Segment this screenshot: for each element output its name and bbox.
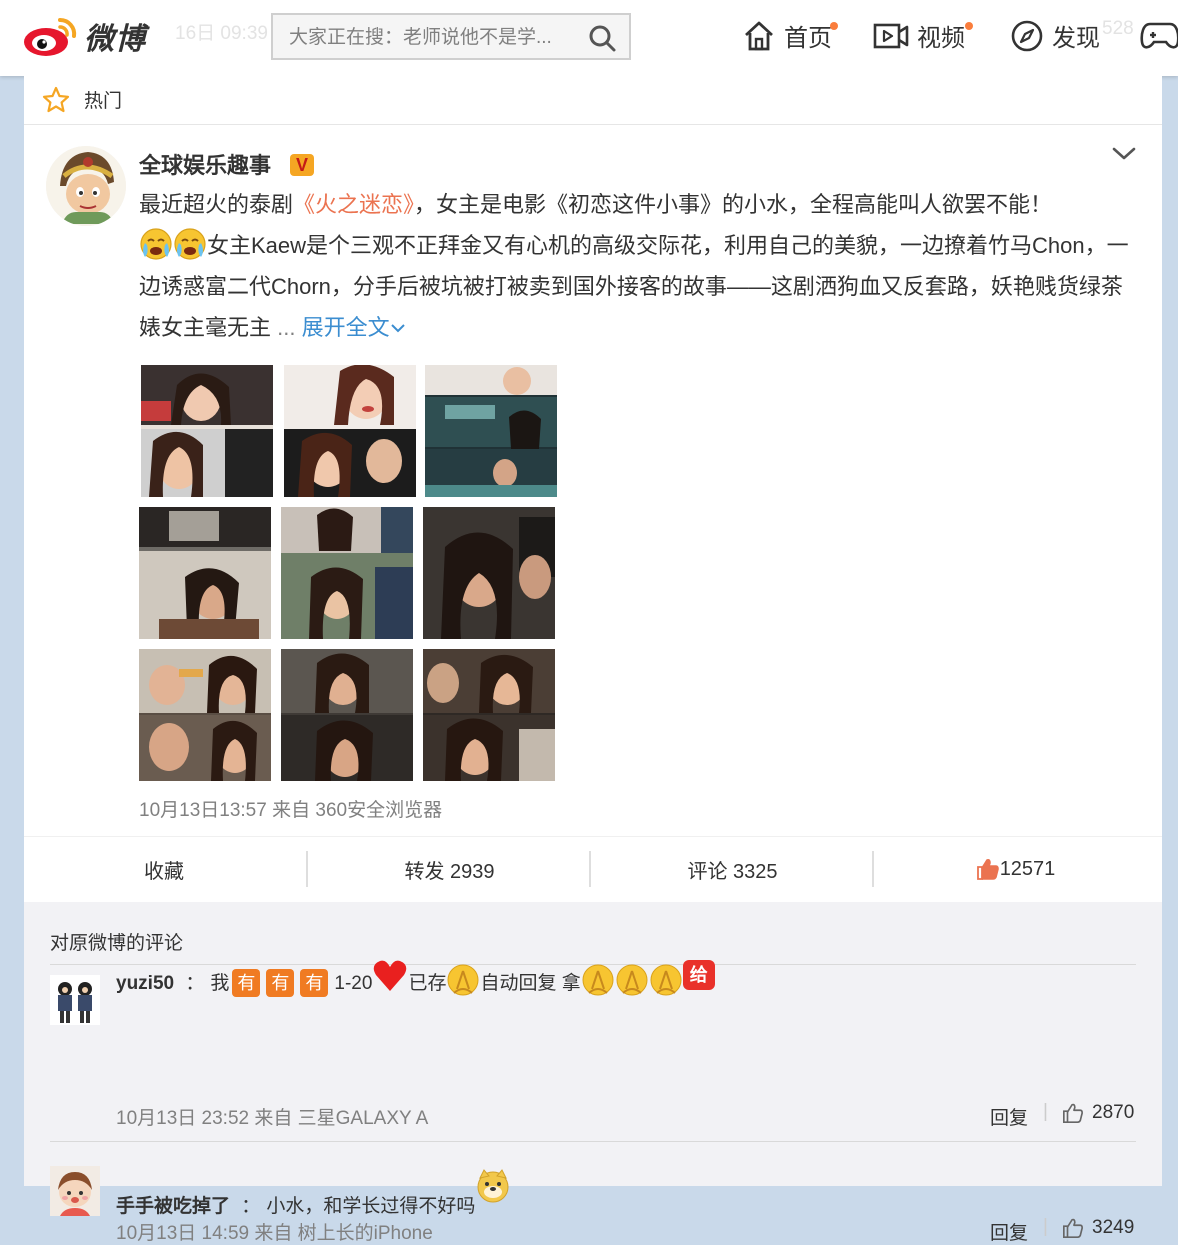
top-navigation-bar: 微博 16日 09:39 首页 视频 发现 528 (0, 0, 1178, 76)
nav-discover[interactable]: 发现 (1010, 18, 1100, 53)
comment-username[interactable]: 手手被吃掉了 (116, 1196, 230, 1217)
you-badge: 有 (300, 969, 329, 997)
author-avatar[interactable] (46, 146, 126, 226)
post-image[interactable] (141, 365, 273, 497)
like-button[interactable]: 12571 (874, 837, 1157, 901)
repost-button[interactable]: 转发 2939 (308, 837, 591, 901)
separator: | (1043, 1216, 1048, 1237)
thumbs-up-icon (1063, 1218, 1083, 1238)
expand-full-text-link[interactable]: 展开全文 (302, 315, 406, 340)
comment-meta: 10月13日 14:59 来自 树上长的iPhone (116, 1223, 433, 1244)
post-meta: 10月13日13:57 来自 360安全浏览器 (139, 800, 443, 821)
nav-discover-label: 发现 (1052, 25, 1100, 52)
nav-video-label: 视频 (917, 25, 965, 52)
comments-title: 对原微博的评论 (50, 933, 184, 954)
ellipsis: ... (277, 315, 296, 340)
feed-tab-hot[interactable]: 热门 (84, 86, 122, 113)
post-text-2: ，女主是电影《初恋这件小事》的小水，全程高能叫人欲罢不能！ (414, 192, 1053, 217)
you-badge: 有 (232, 969, 261, 997)
comment-like-count: 3249 (1092, 1217, 1135, 1238)
comment-button[interactable]: 评论 3325 (591, 837, 874, 901)
heart-icon (374, 960, 407, 991)
topic-link[interactable]: 《火之迷恋》 (293, 192, 414, 217)
post-image[interactable] (281, 507, 413, 639)
home-icon (745, 21, 773, 50)
post-body: 最近超火的泰剧《火之迷恋》，女主是电影《初恋这件小事》的小水，全程高能叫人欲罢不… (139, 184, 1144, 348)
search-icon[interactable] (587, 23, 617, 53)
crying-emoji-icon (140, 228, 172, 260)
nav-video[interactable]: 视频 (873, 18, 973, 53)
comment-text: yuzi50 ：我有有有 1-20 已存 自动回复 拿给 (116, 959, 715, 1004)
feed-tab-bar: 热门 (24, 76, 1162, 125)
favorite-button[interactable]: 收藏 (24, 837, 307, 901)
background-time-text: 16日 09:39 (175, 23, 268, 44)
crying-emoji-icon (174, 228, 206, 260)
commenter-avatar[interactable] (50, 1166, 100, 1216)
post-image-grid (139, 365, 559, 785)
pray-emoji-icon (447, 964, 479, 996)
new-indicator-dot (830, 22, 838, 30)
comment-meta: 10月13日 23:52 来自 三星GALAXY A (116, 1108, 429, 1129)
nav-home-label: 首页 (784, 25, 832, 52)
gamepad-icon (1140, 22, 1178, 49)
logo-text: 微博 (84, 23, 146, 56)
comment-username[interactable]: yuzi50 (116, 973, 174, 994)
nav-game[interactable] (1140, 20, 1178, 52)
chevron-down-icon[interactable] (1111, 144, 1137, 164)
post-text-1: 最近超火的泰剧 (139, 192, 294, 217)
comment-text-part: 我 (210, 973, 230, 994)
commenter-avatar[interactable] (50, 975, 100, 1025)
nav-home[interactable]: 首页 (742, 18, 838, 53)
comment-like-button[interactable]: 3249 (1062, 1217, 1134, 1239)
verified-badge: V (290, 154, 314, 176)
star-icon (42, 86, 70, 113)
colon: ： (185, 973, 205, 994)
avatar-image (46, 146, 126, 226)
comment-text-part: 自动回复 拿 (480, 973, 581, 994)
post-image[interactable] (423, 649, 555, 781)
reply-button[interactable]: 回复 (990, 1218, 1028, 1245)
weibo-eye-icon (24, 17, 77, 56)
pray-emoji-icon (616, 964, 648, 996)
post-image[interactable] (284, 365, 416, 497)
post-action-bar: 收藏 转发 2939 评论 3325 12571 (24, 836, 1162, 901)
separator: | (1043, 1101, 1048, 1122)
search-box[interactable] (271, 13, 631, 60)
repost-label: 转发 2939 (404, 860, 495, 883)
weibo-logo[interactable]: 微博 (22, 14, 146, 58)
post-card: 热门 全球娱乐趣事 V 最近超火的泰剧《火之迷恋》，女主是电影《初恋这件小事》的… (24, 76, 1162, 1244)
reply-button[interactable]: 回复 (990, 1103, 1028, 1130)
colon: ： (241, 1196, 261, 1217)
background-count-text: 528 (1102, 18, 1134, 39)
search-input[interactable] (287, 15, 576, 60)
comment-like-button[interactable]: 2870 (1062, 1102, 1134, 1124)
comments-section: 对原微博的评论 yuzi50 ：我有有有 1-20 已存 自动回复 拿给 10月13日… (24, 902, 1162, 1244)
gift-badge: 给 (682, 960, 715, 990)
thumbs-up-icon (976, 859, 999, 880)
comment-text-part: 已存 (408, 973, 447, 994)
comment-label: 评论 3325 (687, 860, 778, 883)
post-image[interactable] (139, 649, 271, 781)
video-icon (873, 23, 909, 48)
new-indicator-dot (965, 22, 973, 30)
comment-text-part: 1-20 (334, 973, 373, 994)
post-image[interactable] (423, 507, 555, 639)
compass-icon (1011, 20, 1043, 51)
thumbs-up-icon (1063, 1103, 1083, 1123)
author-name[interactable]: 全球娱乐趣事 (139, 148, 271, 180)
favorite-label: 收藏 (144, 860, 184, 883)
comment-text-part: 小水，和学长过得不好吗 (266, 1196, 476, 1217)
comment-like-count: 2870 (1092, 1102, 1135, 1123)
post-image[interactable] (425, 365, 557, 497)
chevron-down-icon (390, 324, 405, 333)
doge-emoji-icon (477, 1169, 509, 1203)
divider (50, 1141, 1136, 1142)
expand-label: 展开全文 (301, 315, 390, 340)
pray-emoji-icon (650, 964, 682, 996)
post-image[interactable] (139, 507, 271, 639)
post-image[interactable] (281, 649, 413, 781)
pray-emoji-icon (582, 964, 614, 996)
you-badge: 有 (266, 969, 295, 997)
like-count: 12571 (999, 857, 1056, 880)
